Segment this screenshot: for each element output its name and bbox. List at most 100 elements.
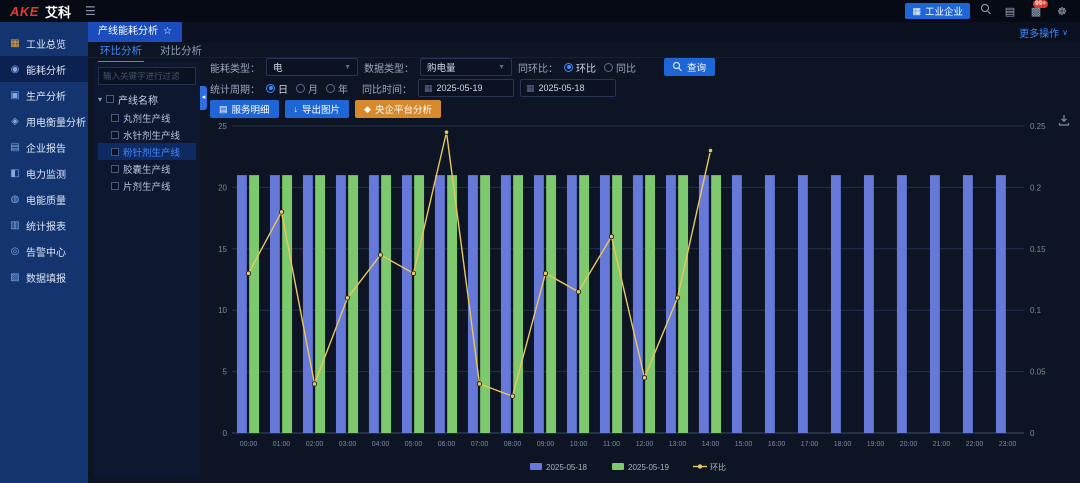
sidebar-item-4[interactable]: ▤企业报告 [0, 134, 88, 160]
query-button-label: 查询 [687, 60, 706, 74]
gear-icon[interactable]: ☸ [1054, 5, 1070, 18]
action-button-1[interactable]: ↓导出图片 [285, 100, 350, 118]
panel-collapse-handle[interactable]: ◂ [200, 86, 207, 110]
svg-text:20: 20 [218, 183, 227, 192]
power-measure-icon: ◈ [9, 116, 21, 127]
sidebar-item-5[interactable]: ◧电力监测 [0, 160, 88, 186]
select-arrow-icon: ▼ [498, 64, 505, 71]
svg-text:13:00: 13:00 [669, 441, 687, 448]
date-end-value: 2025-05-18 [539, 83, 585, 93]
svg-text:0: 0 [1030, 429, 1035, 438]
svg-text:04:00: 04:00 [372, 441, 390, 448]
svg-text:06:00: 06:00 [438, 441, 456, 448]
clipboard-icon[interactable]: ▤ [1002, 5, 1018, 18]
ratio-radio-group: 环比同比 [564, 60, 644, 75]
action-button-label: 导出图片 [302, 102, 340, 116]
enterprise-button-label: 工业企业 [925, 4, 963, 18]
tree-root[interactable]: ▾ 产线名称 [98, 89, 196, 109]
checkbox[interactable] [111, 131, 119, 139]
export-icon: ↓ [294, 104, 299, 114]
sidebar-item-6[interactable]: ◍电能质量 [0, 186, 88, 212]
data-type-value: 购电量 [427, 60, 456, 74]
sidebar: ▦工业总览◉能耗分析▣生产分析◈用电衡量分析▤企业报告◧电力监测◍电能质量▥统计… [0, 22, 88, 483]
energy-type-select[interactable]: 电 ▼ [266, 58, 358, 76]
ratio-radio-1[interactable]: 同比 [604, 60, 636, 75]
svg-text:18:00: 18:00 [834, 441, 852, 448]
notification-badge: 99+ [1033, 0, 1048, 8]
svg-text:12:00: 12:00 [636, 441, 654, 448]
chart-area[interactable]: 051015202500.050.10.150.20.2500:0001:000… [202, 118, 1074, 481]
action-button-0[interactable]: ▤服务明细 [210, 100, 279, 118]
favorite-star-icon[interactable]: ☆ [163, 22, 172, 42]
svg-text:14:00: 14:00 [702, 441, 720, 448]
tree-item[interactable]: 胶囊生产线 [98, 160, 196, 177]
sidebar-item-0[interactable]: ▦工业总览 [0, 30, 88, 56]
svg-text:16:00: 16:00 [768, 441, 786, 448]
data-type-select[interactable]: 购电量 ▼ [420, 58, 512, 76]
search-icon[interactable] [978, 4, 994, 18]
svg-text:00:00: 00:00 [240, 441, 258, 448]
search-icon [673, 62, 683, 72]
svg-text:08:00: 08:00 [504, 441, 522, 448]
tab-active[interactable]: 产线能耗分析 ☆ [88, 22, 182, 42]
filter-toolbar: 能耗类型： 电 ▼ 数据类型： 购电量 ▼ 同环比： 环比同比 查询 统计周期 [210, 58, 1070, 121]
period-radio-1[interactable]: 月 [296, 81, 318, 96]
period-radio-2[interactable]: 年 [326, 81, 348, 96]
date-input-start[interactable]: ▦ 2025-05-19 [418, 79, 514, 97]
chart-toolbox-download-icon[interactable] [1058, 114, 1070, 126]
period-label: 统计周期： [210, 81, 260, 96]
ratio-radio-0[interactable]: 环比 [564, 60, 596, 75]
subtab-0[interactable]: 环比分析 [98, 42, 144, 63]
tree-item-label: 水针剂生产线 [123, 128, 180, 142]
app-window: AKE 艾科 ☰ ▦ 工业企业 ▤▩99+☸ ▦工业总览◉能耗分析▣生产分析◈用… [0, 0, 1080, 483]
radio-icon [564, 63, 573, 72]
tree-item[interactable]: 片剂生产线 [98, 177, 196, 194]
tree-item[interactable]: 水针剂生产线 [98, 126, 196, 143]
checkbox[interactable] [111, 114, 119, 122]
action-button-label: 央企平台分析 [375, 102, 432, 116]
svg-text:0.1: 0.1 [1030, 306, 1042, 315]
action-button-label: 服务明细 [232, 102, 270, 116]
svg-text:0: 0 [223, 429, 228, 438]
stats-icon: ▥ [9, 220, 21, 231]
energy-combo-chart[interactable]: 051015202500.050.10.150.20.2500:0001:000… [202, 118, 1074, 481]
sidebar-item-2[interactable]: ▣生产分析 [0, 82, 88, 108]
sidebar-item-7[interactable]: ▥统计报表 [0, 212, 88, 238]
alarm-icon: ◎ [9, 246, 21, 257]
svg-text:19:00: 19:00 [867, 441, 885, 448]
checkbox[interactable] [111, 165, 119, 173]
tree-item[interactable]: 粉针剂生产线 [98, 143, 196, 160]
sidebar-item-3[interactable]: ◈用电衡量分析 [0, 108, 88, 134]
hamburger-icon[interactable]: ☰ [85, 4, 96, 18]
tree-root-checkbox[interactable] [106, 95, 114, 103]
more-actions[interactable]: 更多操作 ∨ [1019, 25, 1080, 40]
tabbar: 产线能耗分析 ☆ 更多操作 ∨ [88, 22, 1080, 42]
calendar-icon: ▦ [526, 83, 535, 94]
date-input-end[interactable]: ▦ 2025-05-18 [520, 79, 616, 97]
subtab-1[interactable]: 对比分析 [158, 42, 204, 61]
tree-list: 丸剂生产线水针剂生产线粉针剂生产线胶囊生产线片剂生产线 [98, 109, 196, 194]
period-radio-label: 日 [278, 81, 288, 96]
tree-search-input[interactable] [98, 67, 196, 85]
checkbox[interactable] [111, 182, 119, 190]
enterprise-button[interactable]: ▦ 工业企业 [905, 3, 970, 19]
period-radio-0[interactable]: 日 [266, 81, 288, 96]
sidebar-item-9[interactable]: ▨数据填报 [0, 264, 88, 290]
tree-item[interactable]: 丸剂生产线 [98, 109, 196, 126]
svg-text:21:00: 21:00 [933, 441, 951, 448]
checkbox[interactable] [111, 148, 119, 156]
chevron-down-icon: ∨ [1062, 28, 1068, 37]
sidebar-item-label: 电力监测 [26, 166, 66, 181]
action-button-2[interactable]: ◆央企平台分析 [355, 100, 441, 118]
sidebar-item-label: 生产分析 [26, 88, 66, 103]
tab-active-label: 产线能耗分析 [98, 22, 158, 42]
sidebar-item-1[interactable]: ◉能耗分析 [0, 56, 88, 82]
select-arrow-icon: ▼ [344, 64, 351, 71]
tree-item-label: 胶囊生产线 [123, 162, 171, 176]
query-button[interactable]: 查询 [664, 58, 715, 76]
sidebar-item-8[interactable]: ◎告警中心 [0, 238, 88, 264]
radio-icon [326, 84, 335, 93]
message-icon[interactable]: ▩99+ [1028, 5, 1044, 18]
period-radio-group: 日月年 [266, 81, 356, 96]
sidebar-item-label: 工业总览 [26, 36, 66, 51]
